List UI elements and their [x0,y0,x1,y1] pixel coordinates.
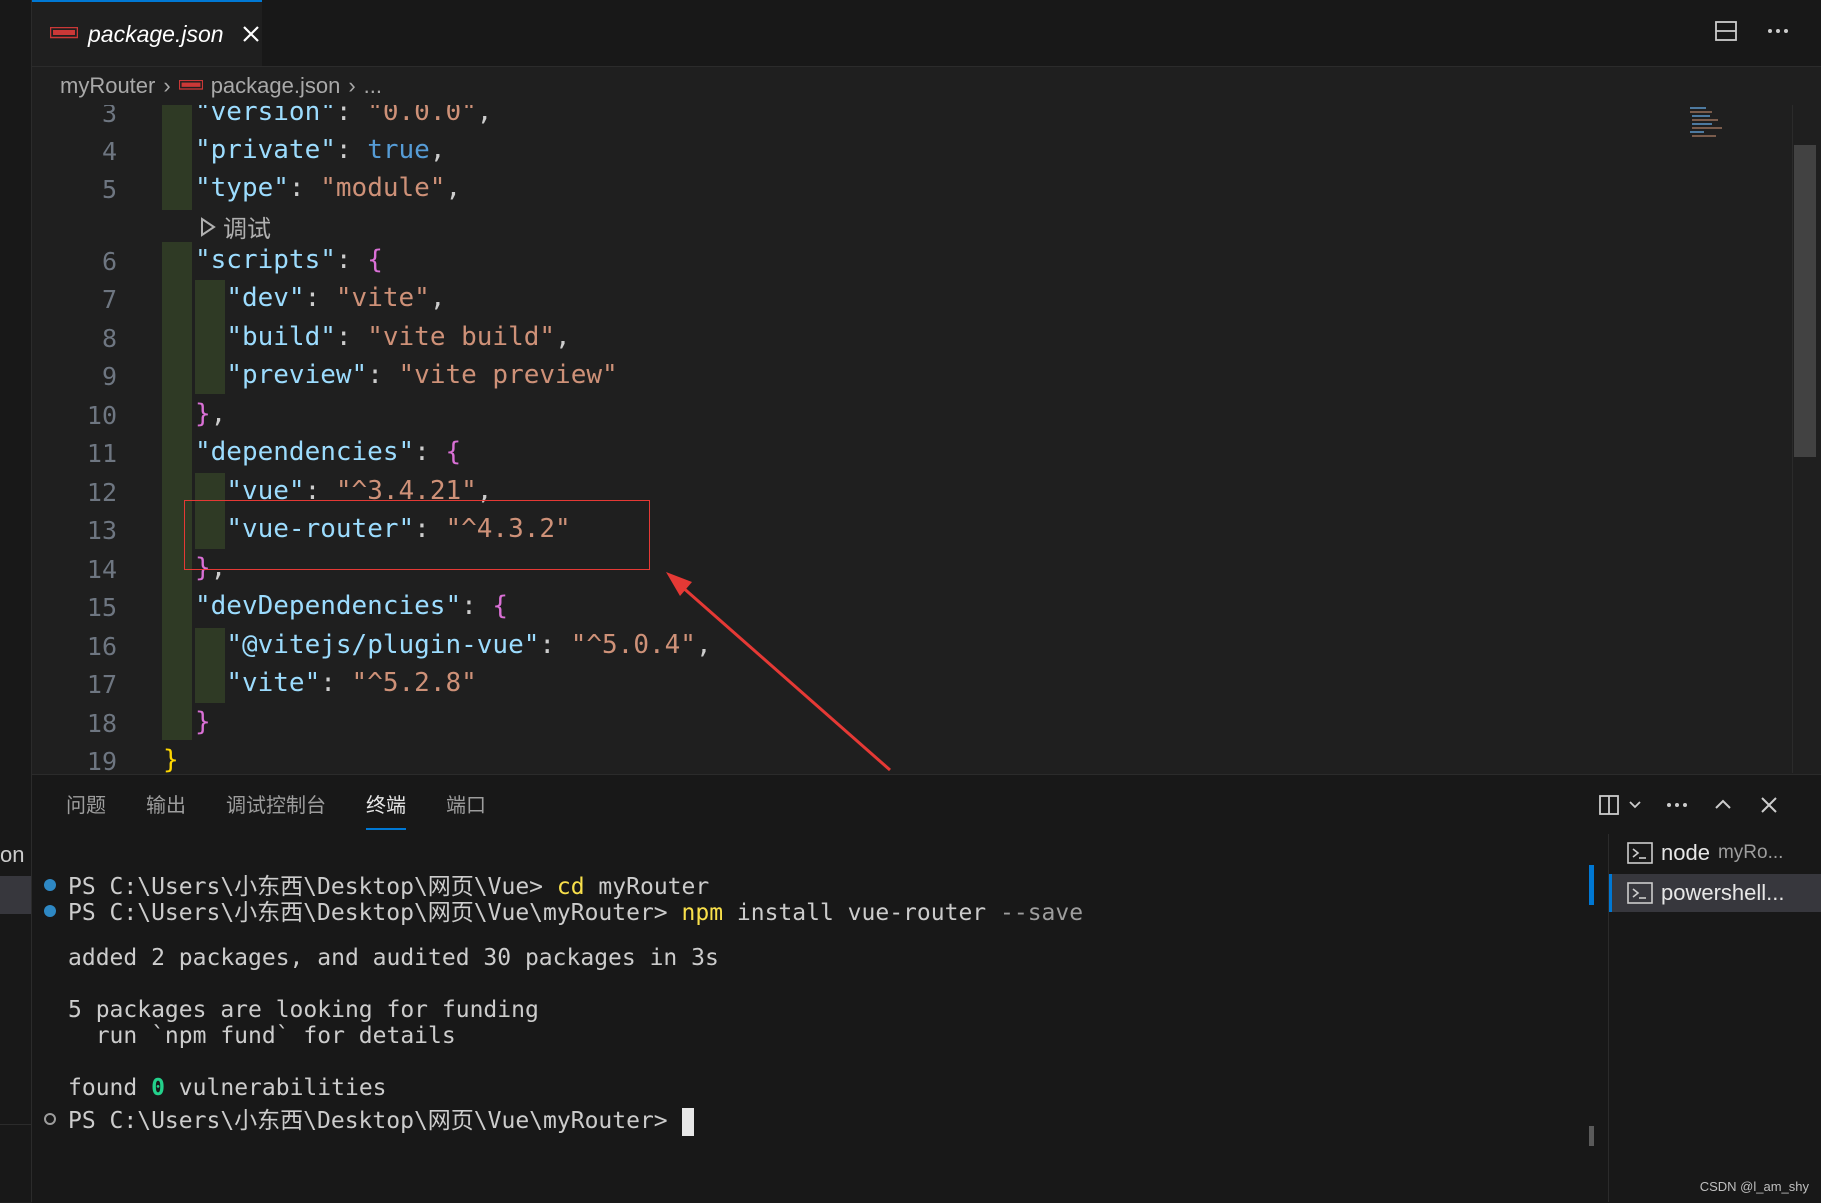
more-actions-icon[interactable] [1765,18,1791,44]
annotation-highlight-box [184,500,650,570]
tab-debug-console[interactable]: 调试控制台 [226,789,326,830]
close-icon[interactable] [240,23,262,45]
line-number: 17 [86,670,117,699]
terminal-line: 5 packages are looking for funding [68,997,539,1023]
split-terminal-icon[interactable] [1597,793,1621,817]
maximize-panel-icon[interactable] [1711,793,1735,817]
terminal-line: added 2 packages, and audited 30 package… [68,945,719,971]
line-number: 13 [86,516,117,545]
code-line: "scripts": { [195,245,383,275]
breadcrumb: myRouter › package.json › ... [32,67,1821,105]
panel-tabs: 问题 输出 调试控制台 终端 端口 [66,789,486,830]
more-actions-icon[interactable] [1665,793,1689,817]
line-number: 5 [101,175,117,204]
terminal-list: node myRo... powershell... [1608,834,1821,1202]
terminal-scroll-marker [1589,865,1594,905]
line-number: 11 [86,439,117,468]
terminal-line: PS C:\Users\小东西\Desktop\网页\Vue\myRouter> [68,1101,694,1136]
terminal-icon [1627,842,1653,864]
line-number: 8 [101,324,117,353]
divider [0,1124,31,1125]
watermark: CSDN @l_am_shy [1699,1179,1809,1194]
line-number: 19 [86,747,117,773]
terminal-line: found 0 vulnerabilities [68,1075,387,1101]
explorer-selected-row[interactable] [0,876,31,914]
tab-ports[interactable]: 端口 [446,789,486,830]
line-number: 10 [86,401,117,430]
terminal-icon [1627,882,1653,904]
line-number: 15 [86,593,117,622]
line-number: 9 [101,362,117,391]
line-number: 18 [86,709,117,738]
command-pending-dot [44,1113,56,1125]
terminal-output[interactable]: PS C:\Users\小东西\Desktop\网页\Vue> cd myRou… [32,865,1592,1195]
terminal-item-node[interactable]: node myRo... [1609,834,1821,872]
bottom-panel: 问题 输出 调试控制台 终端 端口 PS C:\Users\小东西\Deskto… [32,774,1821,1203]
line-number: 7 [101,285,117,314]
terminal-line: run `npm fund` for details [68,1023,456,1049]
tab-label: package.json [88,20,224,47]
code-line: "dev": "vite", [226,283,446,313]
terminal-scrollbar-thumb[interactable] [1589,1126,1594,1146]
chevron-right-icon: › [163,73,171,98]
code-editor[interactable]: 3 4 5 6 7 8 9 10 11 12 13 14 15 16 17 18… [32,105,1792,773]
tab-actions [1713,18,1791,44]
npm-file-icon [50,27,78,39]
code-line: "vite": "^5.2.8" [226,668,477,698]
editor-tab-bar: package.json [32,0,1821,67]
code-line: "type": "module", [195,173,462,203]
editor-scrollbar-thumb[interactable] [1794,145,1816,457]
close-icon[interactable] [1757,793,1781,817]
code-line: "build": "vite build", [226,322,571,352]
tab-terminal[interactable]: 终端 [366,789,406,830]
code-line: "devDependencies": { [195,591,509,621]
code-line: "private": true, [195,135,446,165]
npm-file-icon [178,80,203,90]
play-icon [201,216,216,237]
breadcrumb-file[interactable]: package.json [211,73,341,99]
terminal-line: PS C:\Users\小东西\Desktop\网页\Vue\myRouter>… [68,900,1084,926]
indent-guide [162,242,192,740]
activity-strip: on [0,0,32,1202]
breadcrumb-more[interactable]: ... [364,73,382,99]
explorer-item-fragment[interactable]: on [0,842,24,868]
line-number: 6 [101,247,117,276]
code-line: "@vitejs/plugin-vue": "^5.0.4", [226,630,712,660]
indent-guide [162,105,192,210]
code-line: "version": "0.0.0", [195,105,493,127]
panel-actions [1597,793,1781,817]
command-success-dot [44,879,56,891]
line-number: 16 [86,632,117,661]
code-line: }, [195,399,227,429]
line-number: 14 [86,555,117,584]
tab-output[interactable]: 输出 [146,789,186,830]
chevron-right-icon: › [348,73,356,98]
annotation-arrow [666,572,891,772]
split-editor-icon[interactable] [1713,18,1739,44]
command-success-dot [44,905,56,917]
line-number: 4 [101,137,117,166]
code-line: } [195,707,211,737]
tab-problems[interactable]: 问题 [66,789,106,830]
line-number: 3 [101,105,117,128]
breadcrumb-folder[interactable]: myRouter [60,73,155,99]
line-number: 12 [86,478,117,507]
terminal-item-powershell[interactable]: powershell... [1609,874,1821,912]
tab-package-json[interactable]: package.json [32,0,262,66]
code-line: } [163,745,179,773]
code-line: "dependencies": { [195,437,462,467]
minimap[interactable] [1686,105,1746,145]
code-line: "preview": "vite preview" [226,360,618,390]
debug-codelens[interactable]: 调试 [199,209,271,244]
chevron-down-icon[interactable] [1627,793,1643,817]
terminal-cursor [681,1107,694,1136]
